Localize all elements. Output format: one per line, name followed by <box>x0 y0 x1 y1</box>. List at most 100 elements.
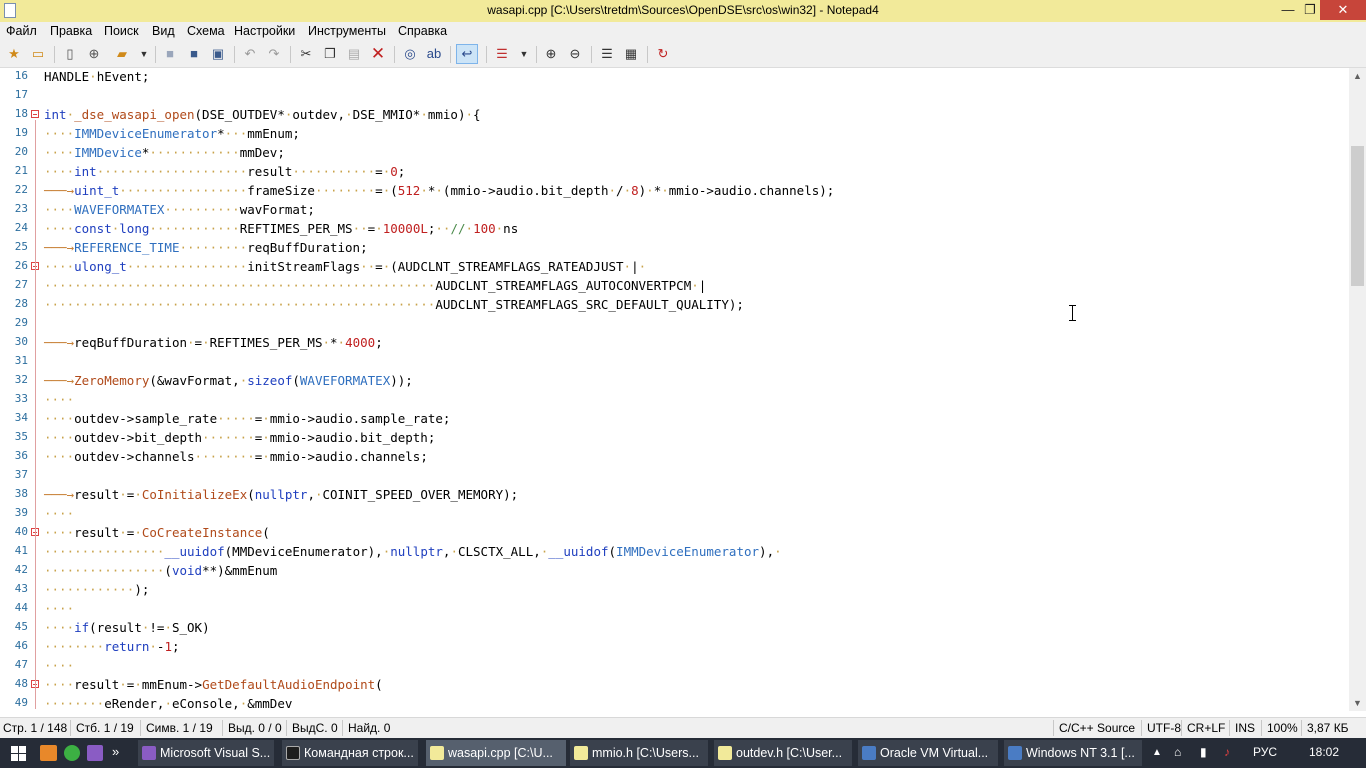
code-line[interactable]: 23 ····WAVEFORMATEX··········wavFormat; <box>0 201 1349 220</box>
code-line[interactable]: 41 ················__uuidof(MMDeviceEnume… <box>0 543 1349 562</box>
menu-settings[interactable]: Настройки <box>234 24 295 38</box>
code-line[interactable]: 35 ····outdev->bit_depth·······=·mmio->au… <box>0 429 1349 448</box>
code-line[interactable]: 24 ····const·long············REFTIMES_PER… <box>0 220 1349 239</box>
more-apps-icon[interactable]: » <box>112 744 119 759</box>
schema-icon[interactable]: ☰ <box>599 46 615 62</box>
save-as-icon[interactable]: ■ <box>186 46 202 62</box>
find-icon[interactable]: ◎ <box>402 46 418 62</box>
menu-tools[interactable]: Инструменты <box>308 24 386 38</box>
zoom-out-icon[interactable]: ⊖ <box>567 46 583 62</box>
visual-studio-app-icon[interactable] <box>87 745 103 761</box>
paint-app-icon[interactable] <box>40 745 57 761</box>
new-file-icon[interactable]: ▯ <box>62 46 78 62</box>
menu-view[interactable]: Вид <box>152 24 175 38</box>
tray-signal-icon[interactable]: ▮ <box>1200 745 1207 759</box>
view-icon[interactable]: ☰ <box>494 46 510 62</box>
word-wrap-icon[interactable]: ↩ <box>456 44 478 64</box>
code-line[interactable]: 18 int·_dse_wasapi_open(DSE_OUTDEV*·outde… <box>0 106 1349 125</box>
tray-network-icon[interactable]: ⌂ <box>1174 745 1181 759</box>
new-favorite-icon[interactable]: ★ <box>6 46 22 62</box>
menu-help[interactable]: Справка <box>398 24 447 38</box>
code-text: ····result·=·CoCreateInstance( <box>44 525 270 540</box>
taskbar-item-windows-nt-vm[interactable]: Windows NT 3.1 [... <box>1004 740 1142 766</box>
status-insert-mode[interactable]: INS <box>1235 721 1255 735</box>
save-all-icon[interactable]: ▣ <box>210 46 226 62</box>
zoom-in-icon[interactable]: ⊕ <box>543 46 559 62</box>
scroll-up-icon[interactable]: ▲ <box>1349 71 1366 81</box>
code-line[interactable]: 30 ───→reqBuffDuration·=·REFTIMES_PER_MS·… <box>0 334 1349 353</box>
tray-volume-icon[interactable]: ♪ <box>1224 745 1230 759</box>
code-line[interactable]: 25 ───→REFERENCE_TIME·········reqBuffDura… <box>0 239 1349 258</box>
open-folder-icon[interactable]: ▭ <box>30 46 46 62</box>
code-line[interactable]: 19 ····IMMDeviceEnumerator*···mmEnum; <box>0 125 1349 144</box>
status-zoom[interactable]: 100% <box>1267 721 1298 735</box>
code-line[interactable]: 49 ········eRender,·eConsole,·&mmDev <box>0 695 1349 711</box>
code-line[interactable]: 44 ···· <box>0 600 1349 619</box>
taskbar-item-wasapi[interactable]: wasapi.cpp [C:\U... <box>426 740 566 766</box>
start-button-icon[interactable] <box>11 746 26 761</box>
code-line[interactable]: 32 ───→ZeroMemory(&wavFormat,·sizeof(WAVE… <box>0 372 1349 391</box>
taskbar-item-command-prompt[interactable]: Командная строк... <box>282 740 418 766</box>
code-line[interactable]: 33 ···· <box>0 391 1349 410</box>
dropdown-icon[interactable]: ▼ <box>516 46 532 62</box>
line-number: 20 <box>14 145 28 158</box>
code-line[interactable]: 38 ───→result·=·CoInitializeEx(nullptr,·C… <box>0 486 1349 505</box>
code-line[interactable]: 28 ······································… <box>0 296 1349 315</box>
copy-icon[interactable]: ❐ <box>322 46 338 62</box>
menu-search[interactable]: Поиск <box>104 24 139 38</box>
exit-icon[interactable]: ↻ <box>655 46 671 62</box>
code-line[interactable]: 37 <box>0 467 1349 486</box>
code-line[interactable]: 47 ···· <box>0 657 1349 676</box>
code-line[interactable]: 21 ····int····················result·····… <box>0 163 1349 182</box>
code-line[interactable]: 29 <box>0 315 1349 334</box>
code-line[interactable]: 20 ····IMMDevice*············mmDev; <box>0 144 1349 163</box>
code-line[interactable]: 17 <box>0 87 1349 106</box>
fold-guide <box>35 120 36 709</box>
code-line[interactable]: 27 ······································… <box>0 277 1349 296</box>
taskbar-item-visual-studio[interactable]: Microsoft Visual S... <box>138 740 274 766</box>
code-line[interactable]: 43 ············); <box>0 581 1349 600</box>
tray-language[interactable]: РУС <box>1253 745 1277 759</box>
menu-file[interactable]: Файл <box>6 24 37 38</box>
code-line[interactable]: 39 ···· <box>0 505 1349 524</box>
undo-icon[interactable]: ↶ <box>242 46 258 62</box>
replace-icon[interactable]: ab <box>426 46 442 62</box>
dropdown-icon[interactable]: ▼ <box>136 46 152 62</box>
scroll-down-icon[interactable]: ▼ <box>1349 698 1366 708</box>
taskbar-item-mmio[interactable]: mmio.h [C:\Users... <box>570 740 708 766</box>
close-button[interactable]: ✕ <box>1320 0 1366 20</box>
menu-edit[interactable]: Правка <box>50 24 92 38</box>
menu-scheme[interactable]: Схема <box>187 24 225 38</box>
settings-icon[interactable]: ▦ <box>623 46 639 62</box>
save-icon[interactable]: ■ <box>162 46 178 62</box>
taskbar-item-outdev[interactable]: outdev.h [C:\User... <box>714 740 852 766</box>
vertical-scrollbar[interactable]: ▲ ▼ <box>1349 68 1366 711</box>
scrollbar-thumb[interactable] <box>1351 146 1364 286</box>
code-editor[interactable]: 16 HANDLE·hEvent; 17 18 int·_dse_wasapi_open… <box>0 68 1349 711</box>
code-line[interactable]: 48 ····result·=·mmEnum->GetDefaultAudioEn… <box>0 676 1349 695</box>
code-line[interactable]: 16 HANDLE·hEvent; <box>0 68 1349 87</box>
status-eol[interactable]: CR+LF <box>1187 721 1225 735</box>
fold-marker-icon[interactable] <box>31 110 39 118</box>
redo-icon[interactable]: ↷ <box>266 46 282 62</box>
tray-clock[interactable]: 18:02 <box>1309 745 1339 759</box>
status-language[interactable]: C/C++ Source <box>1059 721 1135 735</box>
code-line[interactable]: 31 <box>0 353 1349 372</box>
code-line[interactable]: 45 ····if(result·!=·S_OK) <box>0 619 1349 638</box>
code-line[interactable]: 40 ····result·=·CoCreateInstance( <box>0 524 1349 543</box>
code-line[interactable]: 46 ········return·-1; <box>0 638 1349 657</box>
code-line[interactable]: 26 ····ulong_t················initStreamF… <box>0 258 1349 277</box>
delete-icon[interactable]: ✕ <box>370 45 386 62</box>
new-window-icon[interactable]: ⊕ <box>86 46 102 62</box>
tray-overflow-icon[interactable]: ▲ <box>1152 747 1162 758</box>
code-line[interactable]: 22 ───→uint_t·················frameSize··… <box>0 182 1349 201</box>
code-line[interactable]: 34 ····outdev->sample_rate·····=·mmio->au… <box>0 410 1349 429</box>
open-icon[interactable]: ▰ <box>114 46 130 62</box>
code-line[interactable]: 42 ················(void**)&mmEnum <box>0 562 1349 581</box>
paste-icon[interactable]: ▤ <box>346 46 362 62</box>
taskbar-item-virtualbox[interactable]: Oracle VM Virtual... <box>858 740 998 766</box>
code-line[interactable]: 36 ····outdev->channels········=·mmio->au… <box>0 448 1349 467</box>
cut-icon[interactable]: ✂ <box>298 46 314 62</box>
status-encoding[interactable]: UTF-8 <box>1147 721 1181 735</box>
browser-app-icon[interactable] <box>64 745 80 761</box>
